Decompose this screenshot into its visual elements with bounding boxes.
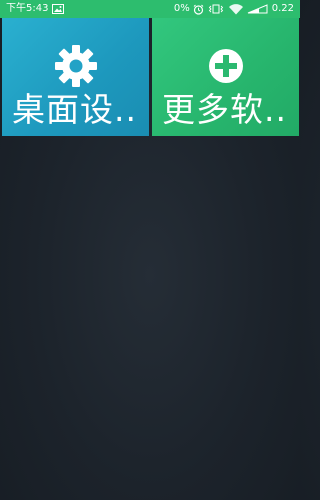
desktop-settings-tile[interactable]: 桌面设..	[2, 18, 149, 136]
network-speed: 0.22	[271, 3, 294, 14]
status-bar: 下午5:43 0% 0.22	[0, 0, 300, 18]
gear-icon	[52, 42, 100, 90]
status-left-group: 下午5:43	[6, 0, 65, 18]
battery-percent: 0%	[173, 3, 190, 14]
wifi-icon	[228, 3, 244, 15]
alarm-icon	[193, 4, 204, 15]
status-right-group: 0% 0.22	[174, 0, 294, 18]
signal-icon	[247, 4, 269, 14]
tile-label: 更多软..	[162, 90, 287, 129]
plus-circle-icon	[202, 42, 250, 90]
image-icon	[52, 4, 65, 14]
status-time: 下午5:43	[6, 3, 49, 14]
more-apps-tile[interactable]: 更多软..	[152, 18, 299, 136]
tile-label: 桌面设..	[12, 90, 137, 129]
vibrate-icon	[207, 4, 225, 14]
